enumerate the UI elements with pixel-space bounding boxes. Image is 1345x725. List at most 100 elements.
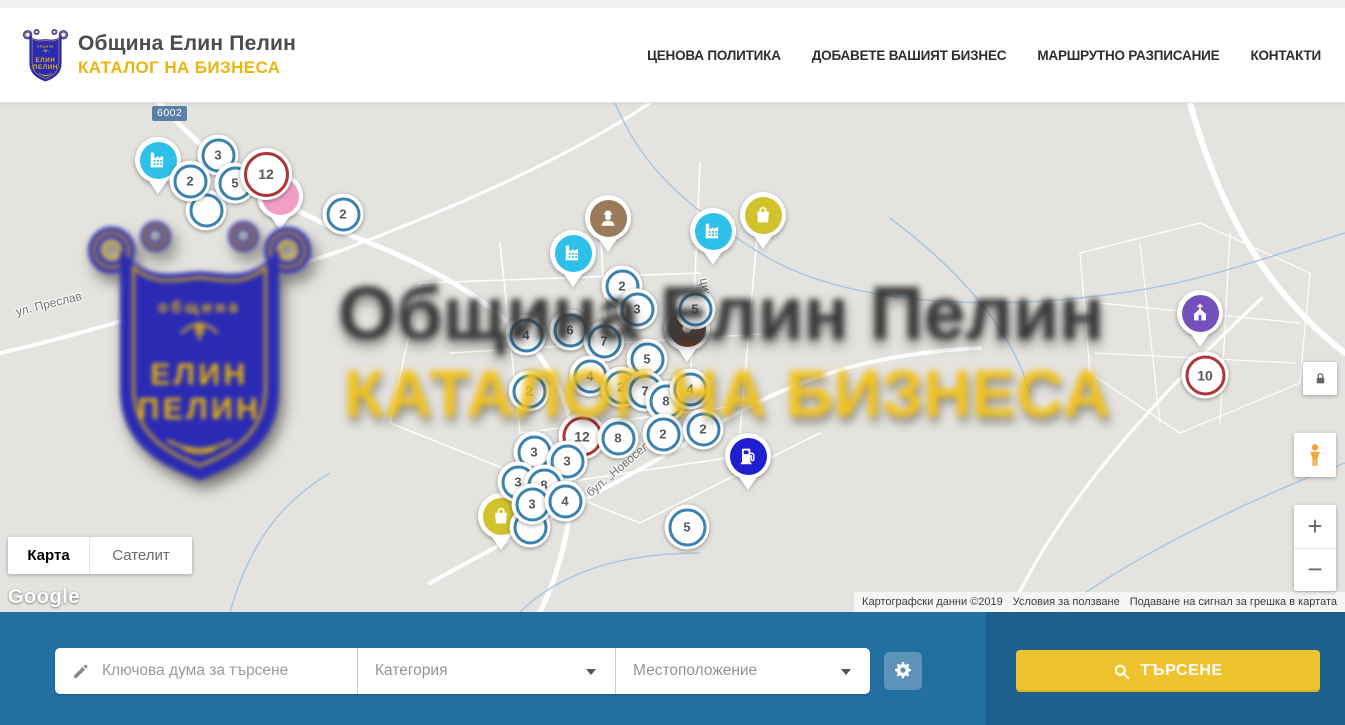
svg-text:община: община: [37, 44, 54, 48]
cluster-marker[interactable]: 2: [643, 414, 684, 455]
svg-text:ЕЛИН: ЕЛИН: [36, 57, 56, 64]
cluster-marker[interactable]: 2: [323, 194, 364, 235]
nav-item[interactable]: ДОБАВЕТЕ ВАШИЯТ БИЗНЕС: [812, 48, 1007, 63]
site-title: Община Елин Пелин: [78, 32, 296, 56]
cluster-count: 7: [600, 334, 607, 349]
cluster-count: 3: [563, 454, 570, 469]
cluster-count: 5: [691, 302, 698, 317]
site-logo[interactable]: община ЕЛИН ПЕЛИН Община Елин Пелин КАТА…: [22, 27, 296, 84]
search-input-group: Категория Местоположение: [55, 648, 870, 694]
cluster-marker[interactable]: 5: [665, 505, 710, 550]
keyword-section: [55, 648, 357, 694]
page: община ЕЛИН ПЕЛИН Община Елин Пелин КАТА…: [0, 0, 1345, 725]
cluster-count: 2: [699, 422, 706, 437]
google-logo[interactable]: Google: [8, 586, 80, 609]
cluster-marker[interactable]: 3: [617, 289, 658, 330]
cluster-count: 5: [231, 176, 238, 191]
cluster-count: 5: [683, 520, 690, 535]
search-icon: [1113, 663, 1130, 680]
cluster-marker[interactable]: 5: [675, 289, 716, 330]
factory-icon: [555, 235, 592, 272]
cluster-count: 2: [617, 380, 624, 395]
category-section: Категория: [357, 648, 615, 694]
advanced-settings-button[interactable]: [884, 652, 922, 690]
shopping-bag-icon: [745, 197, 782, 234]
factory-icon: [695, 213, 732, 250]
zoom-in-button[interactable]: +: [1294, 505, 1336, 549]
cluster-marker[interactable]: 4: [506, 315, 547, 356]
cluster-marker[interactable]: 8: [598, 418, 639, 459]
search-button[interactable]: ТЪРСЕНЕ: [1016, 650, 1320, 692]
cluster-marker[interactable]: 10: [1182, 352, 1229, 399]
category-select[interactable]: Категория: [375, 662, 615, 680]
cluster-count: 6: [566, 323, 573, 338]
municipality-crest-icon: община ЕЛИН ПЕЛИН: [22, 27, 69, 84]
fuel-icon: [730, 438, 767, 475]
cluster-count: 4: [561, 494, 568, 509]
attribution-link[interactable]: Условия за ползване: [1008, 596, 1125, 608]
search-button-label: ТЪРСЕНЕ: [1140, 662, 1223, 680]
cluster-count: 12: [574, 428, 590, 444]
cluster-count: 2: [525, 384, 532, 399]
zoom-out-button[interactable]: −: [1294, 549, 1336, 592]
cluster-count: 4: [522, 328, 529, 343]
search-panel: Категория Местоположение ТЪРСЕНЕ: [0, 612, 1345, 725]
cluster-count: 4: [686, 382, 693, 397]
pencil-icon: [72, 663, 89, 680]
cluster-count: 3: [633, 302, 640, 317]
cluster-count: 2: [339, 207, 346, 222]
cluster-marker[interactable]: 2: [683, 409, 724, 450]
location-select[interactable]: Местоположение: [633, 662, 870, 680]
church-icon: [1182, 295, 1219, 332]
cluster-count: 2: [659, 427, 666, 442]
category-marker[interactable]: [690, 208, 736, 254]
cluster-marker[interactable]: 2: [509, 371, 550, 412]
pegman-icon: [1302, 442, 1328, 468]
nav-item[interactable]: КОНТАКТИ: [1250, 48, 1321, 63]
cluster-count: 3: [530, 445, 537, 460]
worker-icon: [590, 200, 627, 237]
chevron-down-icon[interactable]: [586, 669, 596, 675]
svg-text:ПЕЛИН: ПЕЛИН: [33, 64, 58, 71]
cluster-marker[interactable]: 12: [240, 148, 292, 200]
site-subtitle: КАТАЛОГ НА БИЗНЕСА: [78, 58, 296, 78]
nav-item[interactable]: МАРШРУТНО РАЗПИСАНИЕ: [1037, 48, 1219, 63]
chevron-down-icon[interactable]: [841, 669, 851, 675]
attribution-link[interactable]: Подаване на сигнал за грешка в картата: [1125, 596, 1342, 608]
cluster-marker[interactable]: 4: [545, 481, 586, 522]
category-marker[interactable]: [585, 195, 631, 241]
map-type-map-button[interactable]: Карта: [8, 537, 90, 574]
pegman-button[interactable]: [1294, 433, 1336, 477]
location-section: Местоположение: [615, 648, 870, 694]
gear-icon: [893, 661, 913, 681]
category-marker[interactable]: [725, 433, 771, 479]
cluster-count: 5: [643, 352, 650, 367]
category-marker[interactable]: [550, 230, 596, 276]
category-marker[interactable]: [1177, 290, 1223, 336]
lock-button[interactable]: [1303, 362, 1337, 395]
map-type-satellite-button[interactable]: Сателит: [90, 537, 192, 574]
cluster-count: 4: [586, 369, 593, 384]
cluster-marker[interactable]: 2: [170, 161, 211, 202]
attribution-text: Картографски данни ©2019: [857, 596, 1008, 608]
cluster-count: 12: [258, 166, 274, 182]
cluster-count: 2: [186, 174, 193, 189]
cluster-count: 8: [614, 431, 621, 446]
map-type-control: Карта Сателит: [8, 537, 192, 574]
nav: ЦЕНОВА ПОЛИТИКА ДОБАВЕТЕ ВАШИЯТ БИЗНЕС МАР…: [647, 48, 1321, 63]
category-marker[interactable]: [740, 192, 786, 238]
cluster-marker[interactable]: 4: [670, 369, 711, 410]
cluster-count: 10: [1197, 367, 1213, 383]
lock-icon: [1313, 371, 1328, 386]
nav-item[interactable]: ЦЕНОВА ПОЛИТИКА: [647, 48, 781, 63]
cluster-count: 3: [528, 497, 535, 512]
top-strip: [0, 0, 1345, 8]
map-markers: 325122235467542278412822333834510: [0, 103, 1345, 612]
zoom-control: + −: [1294, 505, 1336, 591]
keyword-search-input[interactable]: [102, 662, 332, 680]
cluster-count: 8: [662, 394, 669, 409]
cluster-count: 3: [214, 148, 221, 163]
map-attribution: Картографски данни ©2019Условия за ползв…: [854, 592, 1345, 612]
map-canvas[interactable]: 6002 ул. Преславбул. „Новоселции 3251222…: [0, 103, 1345, 612]
header: община ЕЛИН ПЕЛИН Община Елин Пелин КАТА…: [0, 8, 1345, 103]
